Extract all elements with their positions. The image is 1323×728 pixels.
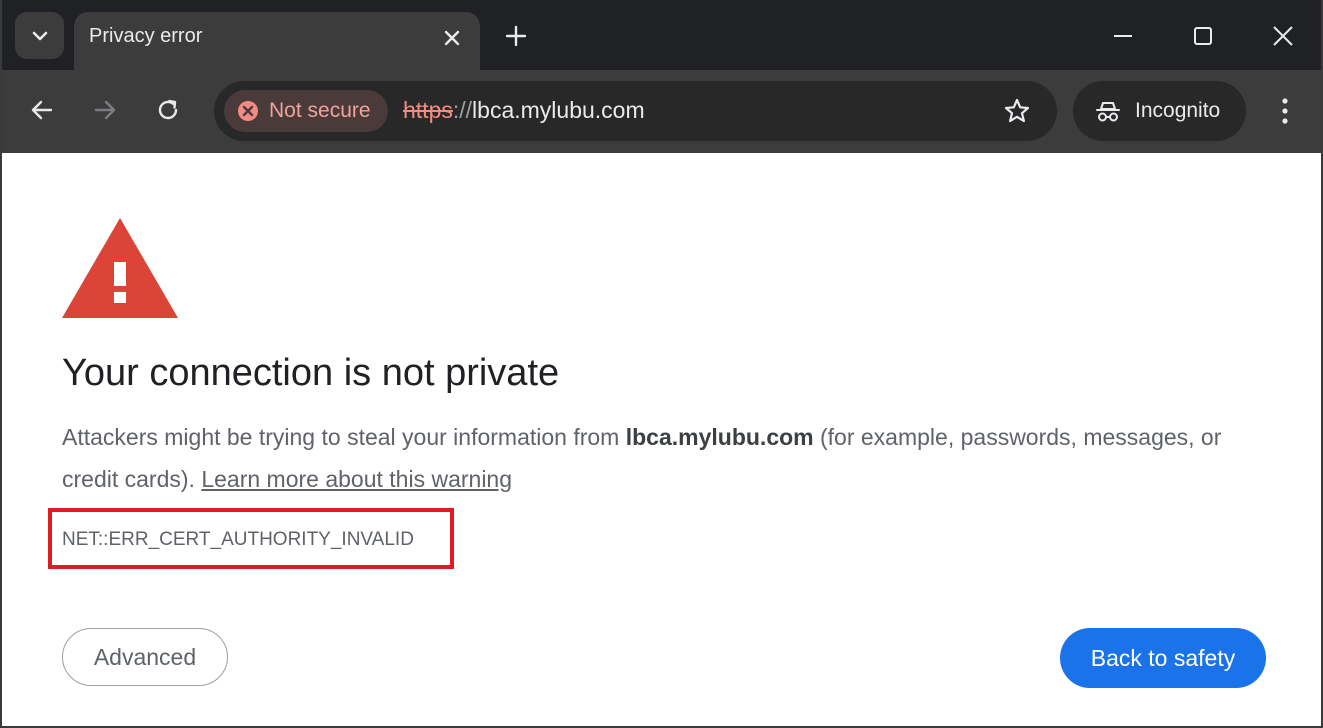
advanced-button[interactable]: Advanced	[62, 628, 228, 686]
url-host: lbca.mylubu.com	[472, 97, 645, 123]
arrow-right-icon	[94, 100, 116, 120]
bookmark-button[interactable]	[1003, 97, 1031, 125]
arrow-left-icon	[31, 100, 53, 120]
window-close-button[interactable]	[1268, 22, 1298, 50]
tab-strip: Privacy error	[2, 0, 1321, 70]
reload-icon	[158, 99, 178, 120]
description-host: lbca.mylubu.com	[625, 424, 814, 450]
minimize-icon	[1114, 35, 1132, 37]
back-to-safety-button[interactable]: Back to safety	[1060, 628, 1266, 688]
close-icon	[1273, 26, 1293, 46]
new-tab-button[interactable]	[502, 22, 530, 50]
url-text[interactable]: https://lbca.mylubu.com	[403, 97, 645, 124]
warning-triangle-icon	[62, 218, 178, 318]
forward-button[interactable]	[89, 94, 121, 126]
url-separator: ://	[452, 97, 473, 123]
star-icon	[1004, 98, 1030, 123]
plus-icon	[505, 25, 527, 47]
maximize-button[interactable]	[1188, 22, 1218, 50]
maximize-icon	[1194, 27, 1212, 45]
description-prefix: Attackers might be trying to steal your …	[62, 424, 626, 450]
tab-search-button[interactable]	[15, 12, 64, 59]
not-secure-label: Not secure	[269, 99, 371, 122]
chevron-down-icon	[32, 31, 47, 40]
kebab-menu-icon	[1282, 98, 1288, 124]
warning-description: Attackers might be trying to steal your …	[62, 416, 1242, 500]
page-title: Your connection is not private	[62, 352, 560, 394]
tab-close-button[interactable]	[440, 26, 464, 50]
error-circle-icon	[238, 101, 258, 121]
incognito-icon	[1096, 102, 1120, 122]
back-button[interactable]	[26, 94, 58, 126]
url-scheme: https	[403, 97, 453, 123]
minimize-button[interactable]	[1108, 22, 1138, 50]
menu-button[interactable]	[1270, 94, 1300, 128]
incognito-label: Incognito	[1135, 99, 1221, 122]
not-secure-chip[interactable]: Not secure	[224, 90, 388, 132]
address-bar[interactable]: Not secure https://lbca.mylubu.com	[214, 81, 1057, 141]
reload-button[interactable]	[152, 94, 184, 126]
tab-privacy-error[interactable]: Privacy error	[74, 12, 480, 70]
browser-window: Privacy error Not secure https://lbca.my…	[0, 0, 1323, 728]
tab-title: Privacy error	[89, 25, 203, 47]
learn-more-link[interactable]: Learn more about this warning	[201, 466, 512, 492]
close-icon	[444, 30, 460, 46]
error-code-highlight	[48, 508, 454, 569]
toolbar: Not secure https://lbca.mylubu.com Incog…	[2, 70, 1321, 153]
incognito-profile-button[interactable]: Incognito	[1073, 81, 1246, 141]
